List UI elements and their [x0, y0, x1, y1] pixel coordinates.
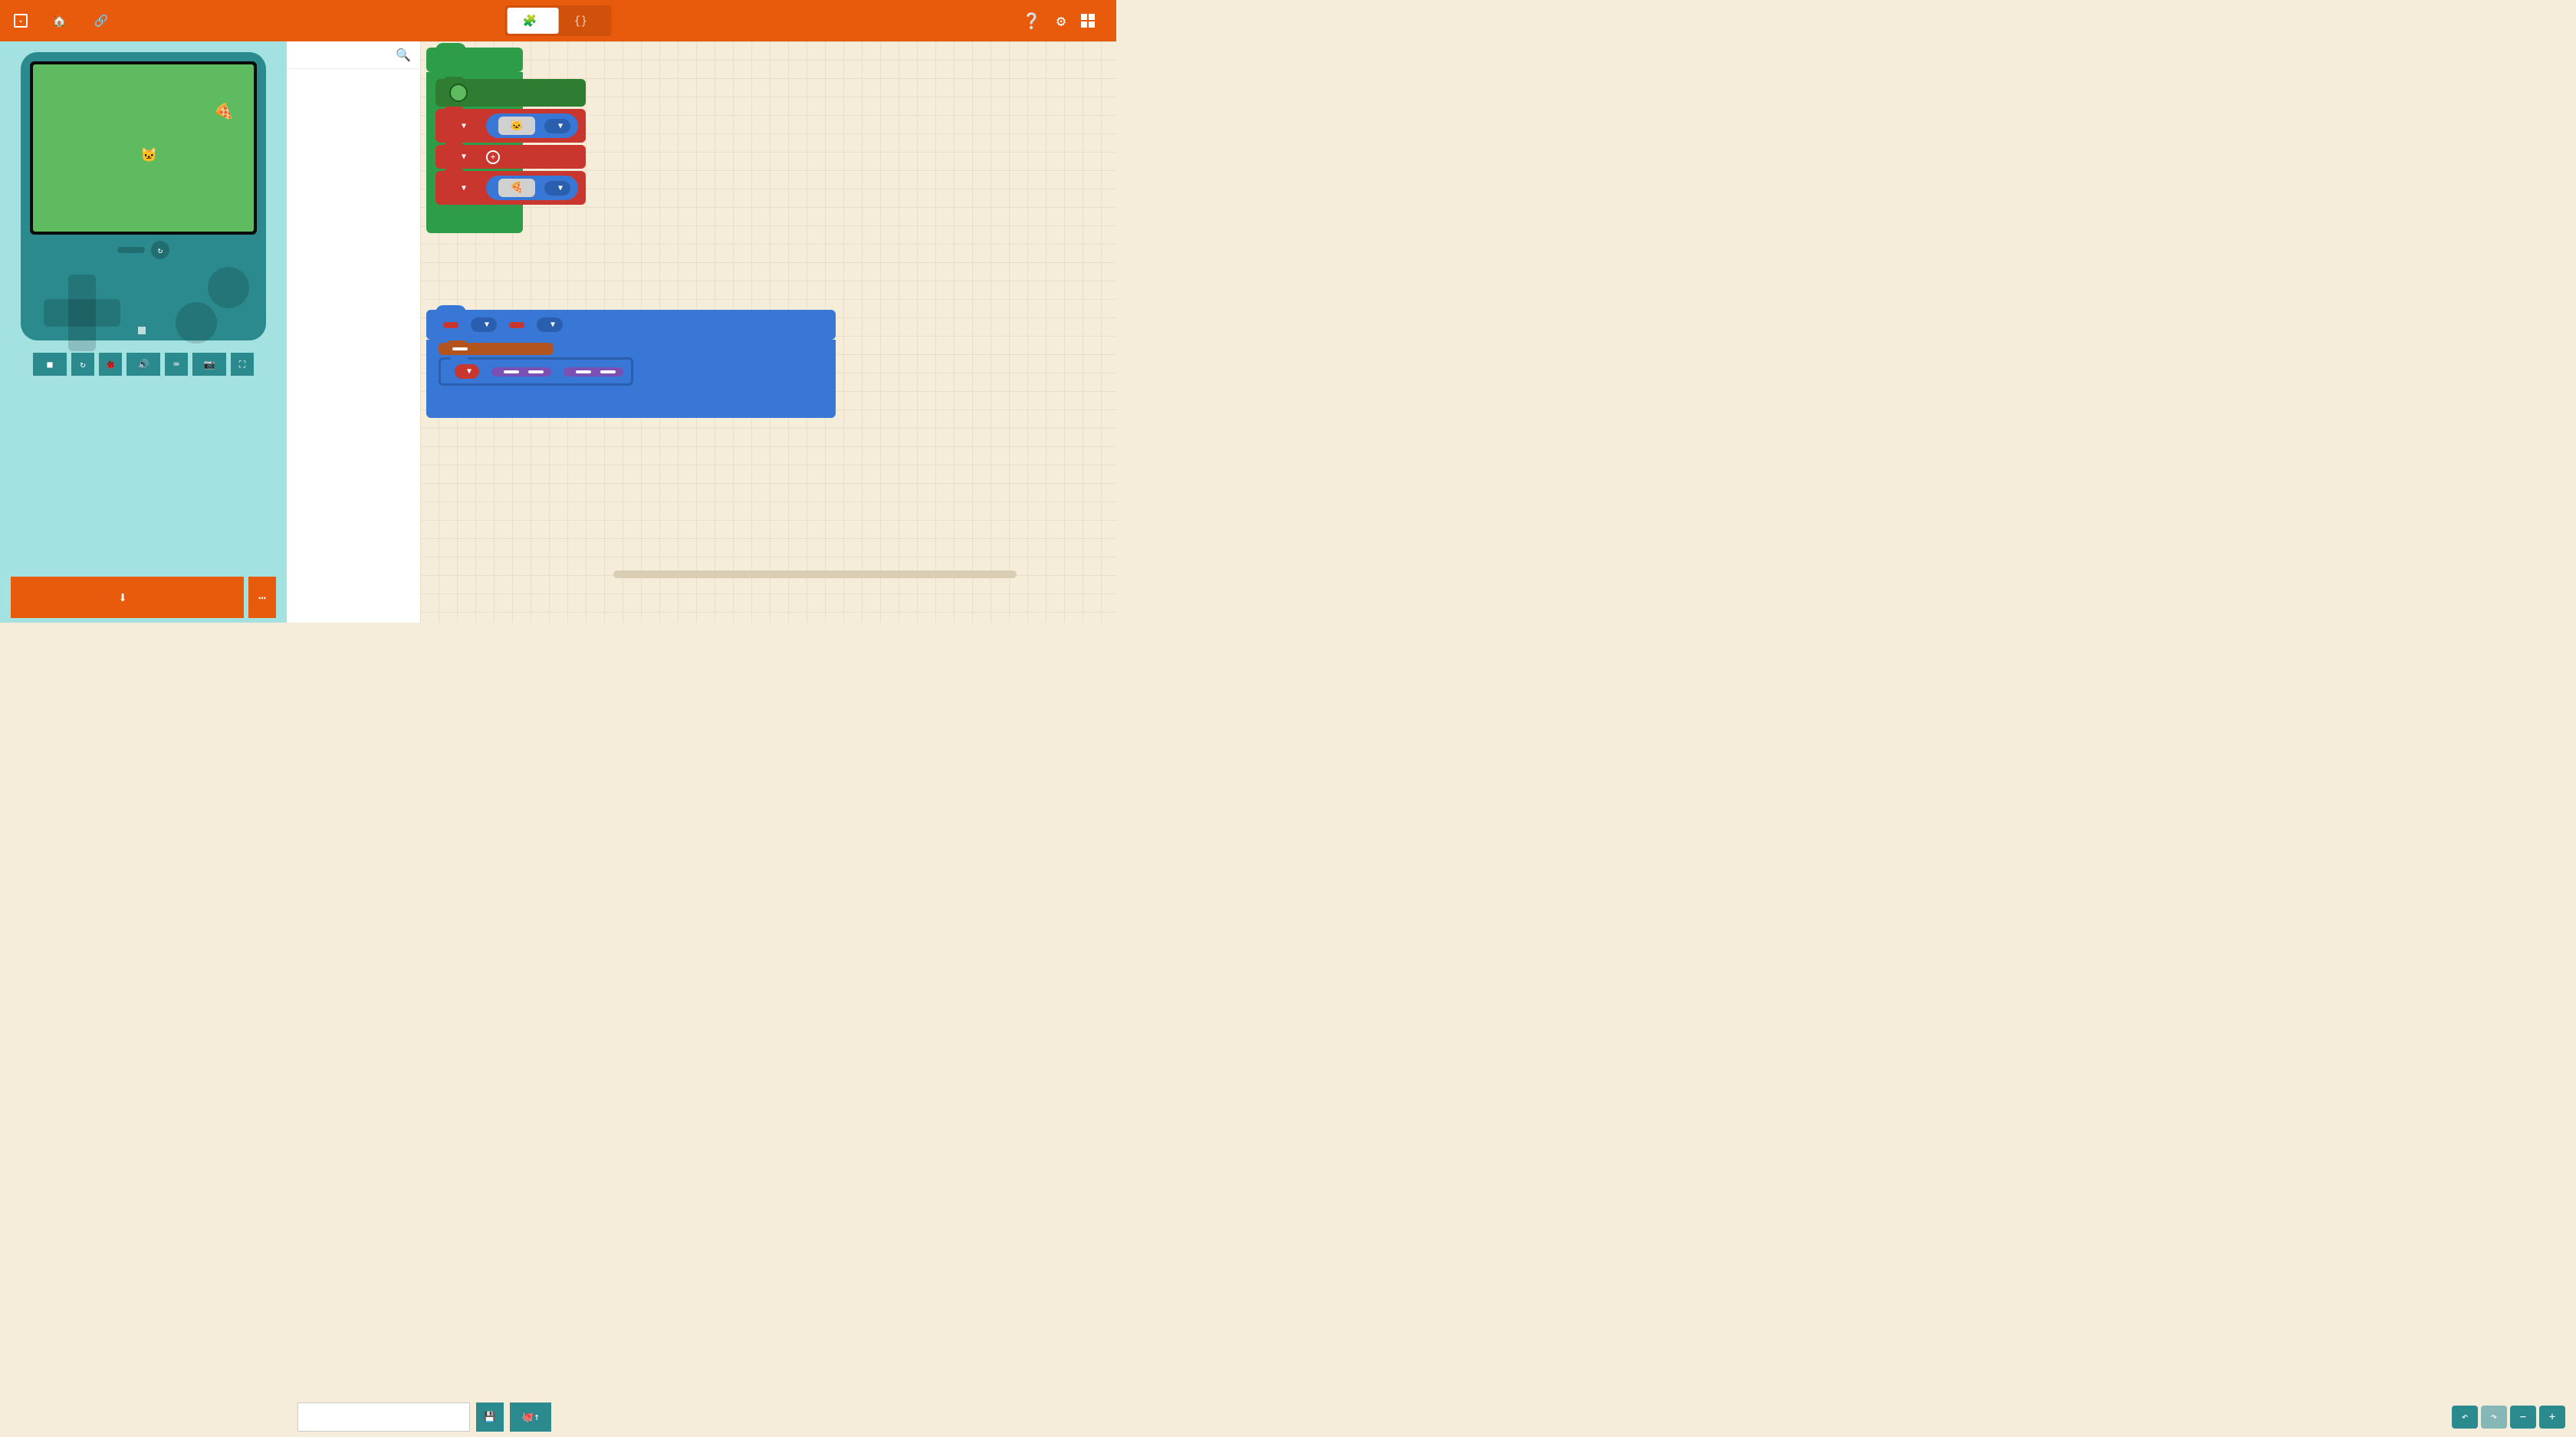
toolbox: 🔍 ◀: [287, 41, 420, 623]
param-sprite[interactable]: [443, 322, 458, 328]
sprite-create-reporter-2[interactable]: 🍕 ▼: [486, 176, 578, 200]
block-set-mysprite[interactable]: ▼ 🐱 ▼: [435, 109, 586, 143]
param-othersprite[interactable]: [509, 322, 524, 328]
ms-square-icon: [1081, 14, 1095, 28]
puzzle-icon: 🧩: [523, 14, 537, 28]
expand-icon[interactable]: +: [486, 150, 500, 164]
braces-icon: {}: [573, 14, 587, 28]
blocks-workspace[interactable]: ▼ 🐱 ▼ ▼ + ▼: [420, 41, 1116, 623]
block-set-bg-color[interactable]: [435, 79, 586, 107]
kind-food-dropdown[interactable]: ▼: [544, 181, 570, 196]
github-button[interactable]: 🐙↑: [510, 1402, 551, 1432]
pizza-sprite: 🍕: [212, 100, 235, 123]
workspace-hscrollbar[interactable]: [613, 571, 1017, 578]
block-move-with-buttons[interactable]: ▼ +: [435, 145, 586, 169]
simulator-screen[interactable]: 🐱 🍕: [33, 64, 254, 232]
home-icon: 🏠: [52, 14, 67, 28]
debug-button[interactable]: 🐞: [99, 353, 122, 376]
sprite-image-editor-2[interactable]: 🍕: [498, 179, 535, 197]
microsoft-logo: [1081, 14, 1101, 28]
help-icon[interactable]: ❔: [1022, 12, 1041, 30]
block-set-position[interactable]: ▼: [439, 357, 633, 386]
search-input[interactable]: [296, 49, 396, 61]
dpad[interactable]: [44, 275, 120, 351]
keyboard-icon[interactable]: ⌨: [165, 353, 188, 376]
bg-color-swatch[interactable]: [449, 84, 468, 102]
fullscreen-button[interactable]: ⛶: [231, 353, 254, 376]
overlap-kind1-dropdown[interactable]: ▼: [471, 317, 497, 332]
restart-button[interactable]: ↻: [71, 353, 94, 376]
block-change-score[interactable]: [439, 343, 554, 355]
share-button[interactable]: 🔗: [84, 14, 126, 28]
player-sprite: 🐱: [140, 147, 157, 163]
button-a[interactable]: [208, 267, 249, 308]
pick-random-x[interactable]: [491, 367, 551, 377]
tab-blocks[interactable]: 🧩: [508, 8, 559, 34]
device-reset-icon[interactable]: ↻: [151, 241, 169, 259]
device-brand: [138, 327, 149, 334]
home-button[interactable]: 🏠: [41, 14, 84, 28]
var-piza[interactable]: ▼: [449, 181, 474, 196]
x-max-input[interactable]: [528, 370, 544, 373]
download-button[interactable]: ⬇: [11, 577, 244, 618]
simulator-device: 🐱 🍕 ↻: [21, 52, 266, 340]
score-delta-input[interactable]: [452, 347, 468, 350]
sprite-create-reporter[interactable]: 🐱 ▼: [486, 113, 578, 138]
y-max-input[interactable]: [600, 370, 616, 373]
redo-button[interactable]: ↷: [2481, 1406, 2507, 1429]
zoom-in-button[interactable]: +: [2539, 1406, 2565, 1429]
undo-button[interactable]: ↶: [2452, 1406, 2478, 1429]
project-name-input[interactable]: [297, 1402, 470, 1432]
tab-javascript[interactable]: {}: [558, 8, 609, 34]
download-more-button[interactable]: ⋯: [248, 577, 276, 618]
overlap-kind2-dropdown[interactable]: ▼: [537, 317, 563, 332]
var-mysprite-2[interactable]: ▼: [449, 150, 474, 164]
app-logo[interactable]: ✦: [14, 14, 28, 28]
search-icon[interactable]: 🔍: [396, 48, 411, 62]
button-b[interactable]: [176, 302, 217, 344]
download-icon: ⬇: [118, 588, 127, 607]
kind-player-dropdown[interactable]: ▼: [544, 119, 570, 133]
zoom-out-button[interactable]: −: [2510, 1406, 2536, 1429]
y-min-input[interactable]: [576, 370, 591, 373]
block-on-overlap[interactable]: ▼ ▼: [426, 310, 836, 340]
x-min-input[interactable]: [504, 370, 519, 373]
save-button[interactable]: 💾: [476, 1402, 504, 1432]
sprite-image-editor[interactable]: 🐱: [498, 117, 535, 135]
block-set-piza[interactable]: ▼ 🍕 ▼: [435, 171, 586, 205]
stop-button[interactable]: ■: [33, 353, 67, 376]
share-icon: 🔗: [94, 14, 109, 28]
var-piza-2[interactable]: ▼: [455, 364, 479, 379]
mute-button[interactable]: 🔊: [127, 353, 160, 376]
device-menu-button[interactable]: [117, 247, 145, 253]
screenshot-button[interactable]: 📷: [192, 353, 226, 376]
pick-random-y[interactable]: [564, 367, 623, 377]
gear-icon[interactable]: ⚙: [1056, 12, 1066, 30]
var-mysprite[interactable]: ▼: [449, 119, 474, 133]
